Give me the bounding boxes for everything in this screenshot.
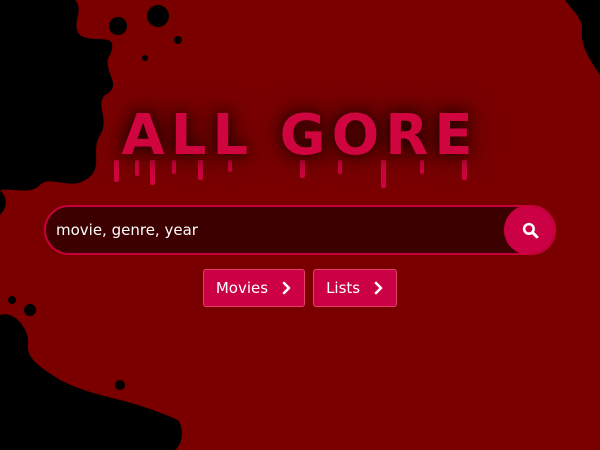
search-button[interactable] [504, 207, 554, 253]
movies-button[interactable]: Movies [202, 269, 306, 307]
site-logo[interactable]: ALL GORE [0, 96, 600, 176]
chevron-right-icon [374, 281, 383, 295]
search-icon [522, 222, 538, 238]
chevron-right-icon [282, 281, 291, 295]
nav-buttons: Movies Lists [0, 269, 600, 307]
home-page: ALL GORE Movies Lists [0, 0, 600, 450]
lists-button-label: Lists [326, 279, 361, 297]
search-bar [44, 205, 556, 255]
lists-button[interactable]: Lists [313, 269, 398, 307]
search-input[interactable] [46, 207, 504, 253]
movies-button-label: Movies [215, 279, 269, 297]
